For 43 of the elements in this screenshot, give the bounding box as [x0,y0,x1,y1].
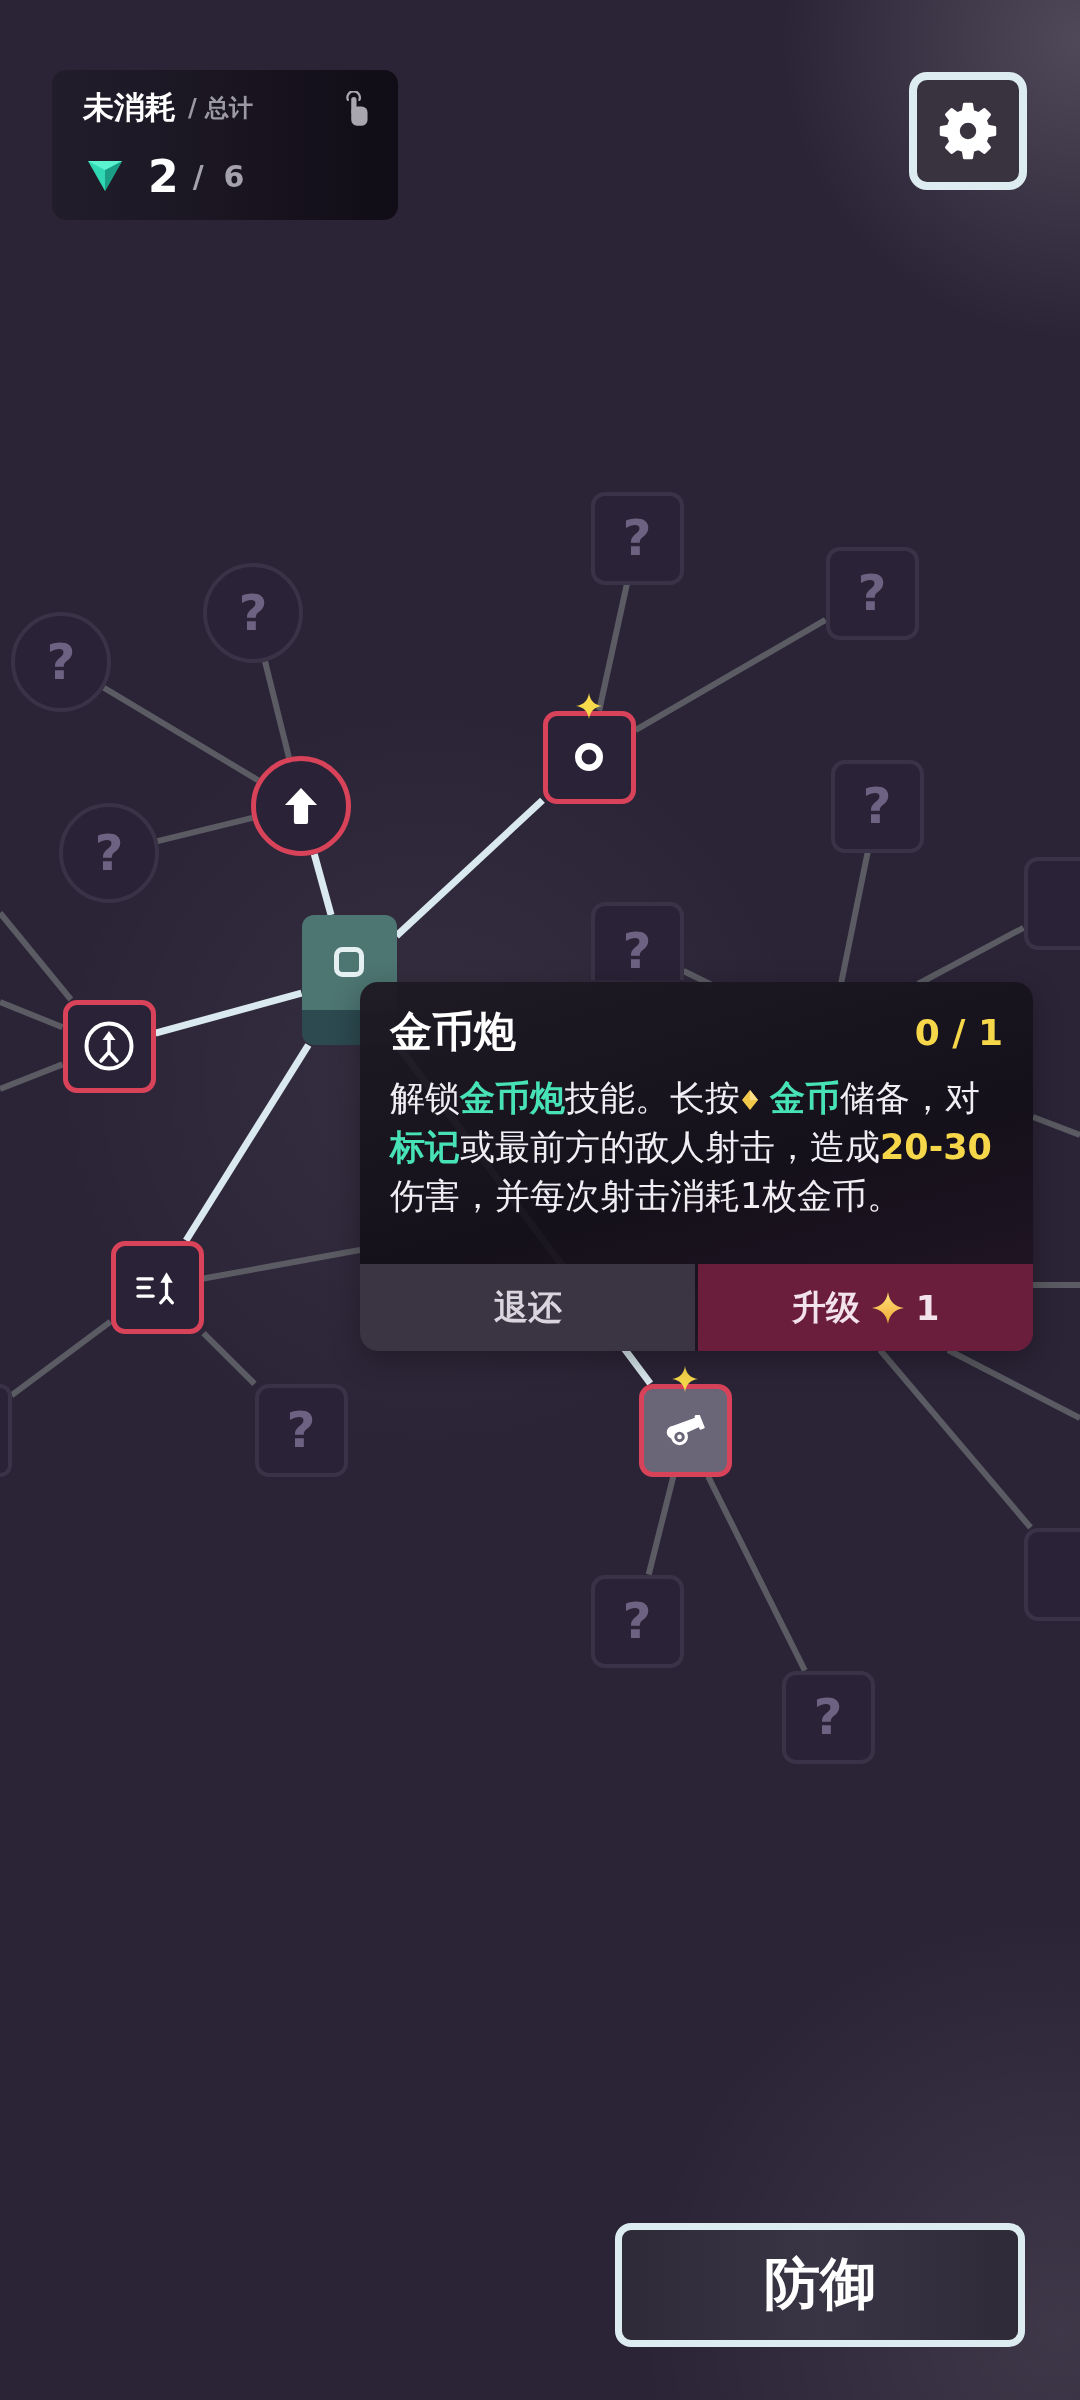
ring-icon [575,743,603,771]
skill-points-panel[interactable]: 未消耗 / 总计 2 / 6 [52,70,398,220]
locked-skill-node[interactable] [1023,856,1080,950]
star-icon [871,1291,904,1324]
locked-skill-node[interactable]: ? [590,901,684,980]
locked-skill-node[interactable]: ? [59,803,159,903]
locked-skill-node[interactable]: ? [830,759,924,853]
connector-line [1033,1282,1080,1288]
locked-skill-node[interactable]: ? [781,1670,875,1764]
skill-node[interactable] [638,1383,732,1477]
skill-rank: 0 / 1 [914,1011,1003,1053]
connector-line [310,853,335,916]
skill-description: 解锁金币炮技能。长按 金币储备，对 标记或最前方的敌人射击，造成20-30 伤害，并每次射击消耗1枚金币。 [390,1077,993,1218]
locked-skill-node[interactable]: ? [825,546,919,640]
points-label: 未消耗 [83,88,176,127]
square-icon [334,947,364,977]
skill-node[interactable] [110,1240,204,1334]
locked-skill-node[interactable]: ? [590,1574,684,1668]
connector-line [0,1061,64,1092]
gem-icon [88,161,122,191]
skill-title: 金币炮 [390,1006,516,1058]
connector-line [201,1331,257,1386]
points-total: 6 [223,158,245,194]
settings-button[interactable] [909,72,1027,190]
upgrade-button[interactable]: 升级 1 [698,1264,1033,1351]
refund-button[interactable]: 退还 [360,1264,695,1351]
coin-icon [742,1090,758,1110]
locked-skill-node[interactable] [0,1383,12,1477]
points-unspent: 2 [148,150,179,202]
settings-icon [939,102,997,160]
defend-button[interactable]: 防御 [615,2223,1025,2347]
connector-line [1031,1114,1080,1138]
skill-node[interactable] [542,710,636,804]
locked-skill-node[interactable]: ? [11,612,111,712]
skill-node[interactable] [62,999,156,1093]
locked-skill-node[interactable]: ? [590,491,684,585]
tap-hand-icon [345,90,368,126]
locked-skill-node[interactable]: ? [254,1383,348,1477]
points-separator: / [192,158,204,194]
points-sublabel: / 总计 [188,93,254,124]
locked-skill-node[interactable] [1023,1527,1080,1621]
up-arrow-icon [284,787,318,825]
locked-skill-node[interactable]: ? [203,563,303,663]
